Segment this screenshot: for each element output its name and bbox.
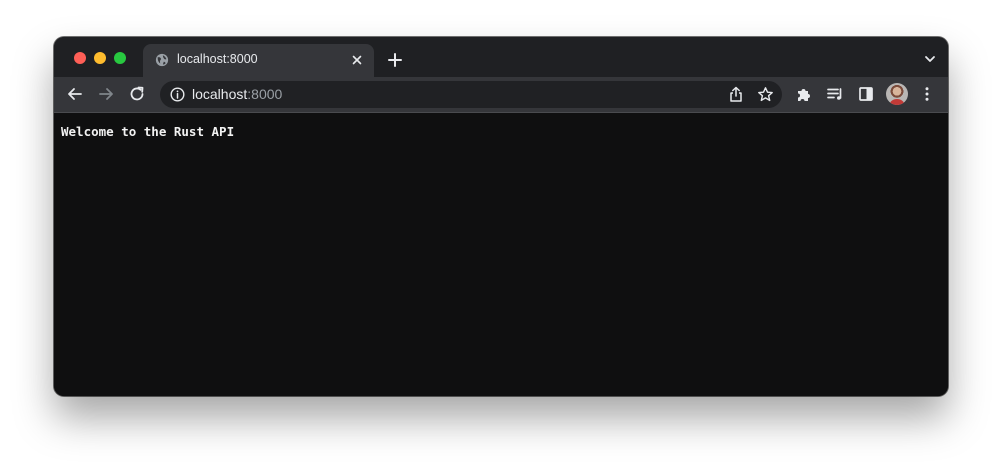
reload-icon[interactable] — [128, 85, 146, 103]
tab-strip: localhost:8000 — [54, 37, 948, 77]
tab-title: localhost:8000 — [177, 52, 258, 66]
window-minimize-button[interactable] — [94, 52, 106, 64]
back-arrow-icon[interactable] — [66, 85, 84, 103]
url-host: localhost — [192, 86, 248, 102]
star-icon[interactable] — [757, 86, 774, 103]
share-icon[interactable] — [728, 86, 744, 103]
chevron-down-icon[interactable] — [924, 53, 936, 65]
info-icon[interactable] — [170, 87, 185, 102]
kebab-menu-icon[interactable] — [918, 85, 936, 103]
page-content: Welcome to the Rust API — [54, 113, 948, 396]
new-tab-button[interactable] — [384, 49, 406, 71]
puzzle-icon[interactable] — [795, 85, 813, 103]
forward-arrow-icon[interactable] — [97, 85, 115, 103]
window-close-button[interactable] — [74, 52, 86, 64]
profile-avatar[interactable] — [886, 83, 908, 105]
welcome-text: Welcome to the Rust API — [61, 124, 235, 139]
side-panel-icon[interactable] — [857, 85, 875, 103]
tab-localhost[interactable]: localhost:8000 — [143, 44, 374, 77]
address-bar[interactable]: localhost:8000 — [160, 81, 782, 108]
globe-icon — [155, 53, 169, 67]
browser-window: localhost:8000 localhost:8000 Welcome to… — [54, 37, 948, 396]
toolbar: localhost:8000 — [54, 77, 948, 113]
url-port: :8000 — [247, 86, 283, 102]
url-text[interactable]: localhost:8000 — [192, 86, 282, 102]
tab-close-icon[interactable] — [348, 51, 366, 69]
reading-list-icon[interactable] — [826, 85, 844, 103]
window-maximize-button[interactable] — [114, 52, 126, 64]
